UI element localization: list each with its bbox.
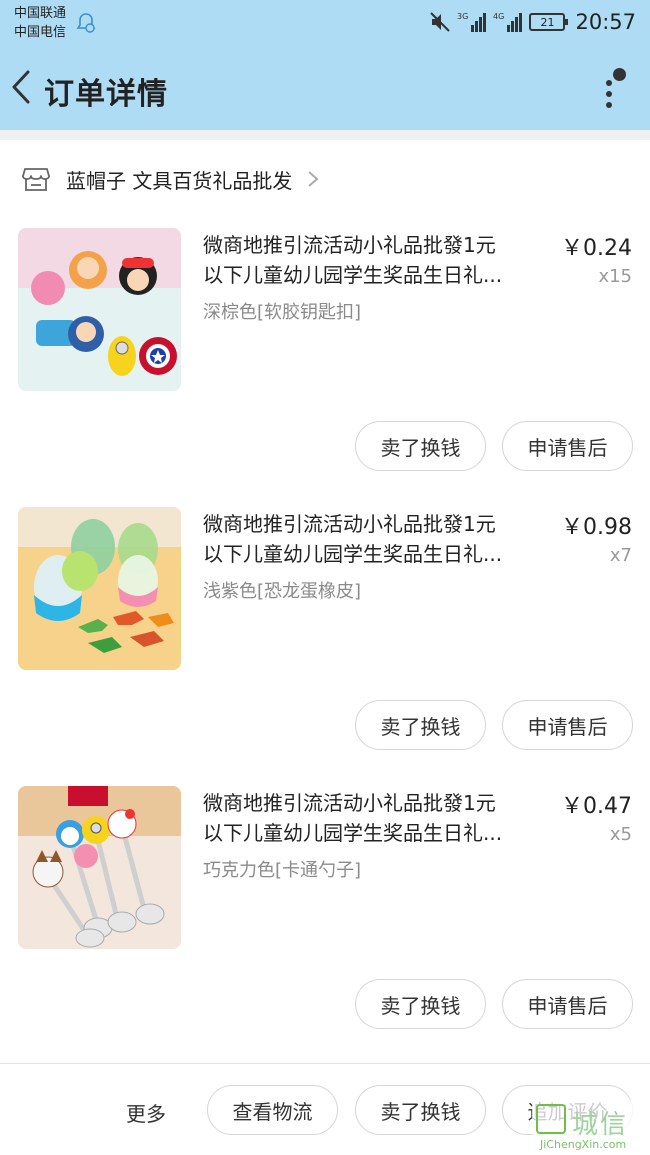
chevron-right-icon <box>308 171 319 187</box>
signal-3g-icon: 3G <box>457 12 487 32</box>
product-price: ￥0.24 <box>561 236 632 261</box>
back-arrow-icon[interactable] <box>6 64 38 110</box>
sell-button[interactable]: 卖了换钱 <box>355 979 486 1029</box>
product-title-line-1: 微商地推引流活动小礼品批發1元 <box>203 233 496 257</box>
app-bar: 订单详情 <box>0 56 650 120</box>
menu-dot <box>606 80 612 86</box>
mute-icon <box>430 12 451 32</box>
product-price: ￥0.98 <box>561 515 632 540</box>
svg-text:3G: 3G <box>457 12 468 21</box>
clock: 20:57 <box>575 10 636 34</box>
battery-level: 21 <box>540 15 555 29</box>
status-icons: 3G 4G 21 20:57 <box>429 8 636 36</box>
keychain-image <box>18 228 181 391</box>
product-quantity: x7 <box>609 545 632 566</box>
menu-dot <box>606 91 612 97</box>
carrier-2: 中国电信 <box>14 25 67 40</box>
product-title-line-2: 以下儿童幼儿园学生奖品生日礼... <box>203 542 503 566</box>
order-item: 微商地推引流活动小礼品批發1元 以下儿童幼儿园学生奖品生日礼... 巧克力色[卡… <box>0 786 650 1065</box>
product-title[interactable]: 微商地推引流活动小礼品批發1元 以下儿童幼儿园学生奖品生日礼... <box>203 788 553 848</box>
product-title[interactable]: 微商地推引流活动小礼品批發1元 以下儿童幼儿园学生奖品生日礼... <box>203 509 553 569</box>
section-divider <box>0 130 650 140</box>
more-menu-icon[interactable] <box>596 68 626 112</box>
carriers: 中国联通 中国电信 <box>14 4 66 42</box>
watermark-en: JiChengXin.com <box>540 1138 627 1151</box>
sell-button[interactable]: 卖了换钱 <box>355 421 486 471</box>
status-bar: 中国联通 中国电信 3G 4G 21 20:57 <box>0 0 650 44</box>
battery-icon: 21 <box>529 13 569 31</box>
sell-button[interactable]: 卖了换钱 <box>355 1085 486 1135</box>
product-thumbnail[interactable] <box>18 228 181 391</box>
store-icon <box>22 168 50 191</box>
order-item: 微商地推引流活动小礼品批發1元 以下儿童幼儿园学生奖品生日礼... 浅紫色[恐龙… <box>0 507 650 786</box>
order-item: 微商地推引流活动小礼品批發1元 以下儿童幼儿园学生奖品生日礼... 深棕色[软胶… <box>0 228 650 507</box>
watermark-logo-icon <box>536 1104 566 1134</box>
after-sale-button[interactable]: 申请售后 <box>502 700 633 750</box>
product-title-line-1: 微商地推引流活动小礼品批發1元 <box>203 791 496 815</box>
page-title: 订单详情 <box>44 77 168 112</box>
cartoon-spoon-image <box>18 786 181 949</box>
top-bar: 中国联通 中国电信 3G 4G 21 20:57 订单详情 <box>0 0 650 130</box>
sell-button[interactable]: 卖了换钱 <box>355 700 486 750</box>
after-sale-button[interactable]: 申请售后 <box>502 979 633 1029</box>
product-title-line-2: 以下儿童幼儿园学生奖品生日礼... <box>203 821 503 845</box>
after-sale-button[interactable]: 申请售后 <box>502 421 633 471</box>
notification-bell-icon <box>76 13 96 33</box>
carrier-1: 中国联通 <box>14 6 67 21</box>
signal-4g-icon: 4G <box>493 12 523 32</box>
product-spec: 深棕色[软胶钥匙扣] <box>203 302 362 323</box>
menu-dot <box>606 102 612 108</box>
product-spec: 浅紫色[恐龙蛋橡皮] <box>203 581 362 602</box>
shop-name: 蓝帽子 文具百货礼品批发 <box>66 168 293 193</box>
notification-dot <box>613 68 626 81</box>
product-thumbnail[interactable] <box>18 786 181 949</box>
product-quantity: x5 <box>609 824 632 845</box>
watermark-cn: 城信 <box>572 1110 629 1140</box>
product-spec: 巧克力色[卡通勺子] <box>203 860 362 881</box>
more-link[interactable]: 更多 <box>126 1098 166 1127</box>
product-price: ￥0.47 <box>561 794 632 819</box>
svg-text:4G: 4G <box>493 12 504 21</box>
product-thumbnail[interactable] <box>18 507 181 670</box>
watermark: 城信 JiChengXin.com <box>532 1100 650 1155</box>
shop-row[interactable]: 蓝帽子 文具百货礼品批发 <box>0 154 650 204</box>
dinosaur-egg-eraser-image <box>18 507 181 670</box>
view-logistics-button[interactable]: 查看物流 <box>207 1085 338 1135</box>
product-title-line-1: 微商地推引流活动小礼品批發1元 <box>203 512 496 536</box>
product-title[interactable]: 微商地推引流活动小礼品批發1元 以下儿童幼儿园学生奖品生日礼... <box>203 230 553 290</box>
product-title-line-2: 以下儿童幼儿园学生奖品生日礼... <box>203 263 503 287</box>
product-quantity: x15 <box>598 266 632 287</box>
